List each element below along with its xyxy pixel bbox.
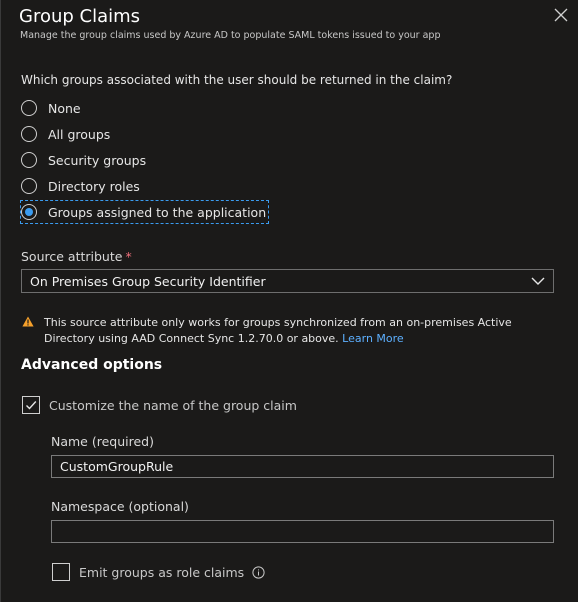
- radio-all-groups[interactable]: All groups: [21, 123, 110, 145]
- radio-label: Security groups: [48, 152, 147, 168]
- customize-name-label: Customize the name of the group claim: [49, 397, 297, 413]
- radio-label: All groups: [48, 126, 111, 142]
- groups-question: Which groups associated with the user sh…: [21, 73, 453, 87]
- customize-name-checkbox-row[interactable]: Customize the name of the group claim: [22, 396, 297, 414]
- warning-message: This source attribute only works for gro…: [44, 315, 559, 346]
- radio-circle-selected[interactable]: [21, 204, 37, 220]
- name-input[interactable]: [51, 455, 554, 478]
- warning-icon: [22, 316, 34, 327]
- checkmark-icon: [26, 401, 37, 410]
- dropdown-value: On Premises Group Security Identifier: [30, 274, 266, 289]
- radio-circle[interactable]: [21, 126, 37, 142]
- learn-more-link[interactable]: Learn More: [342, 332, 404, 345]
- radio-circle[interactable]: [21, 100, 37, 116]
- radio-label: None: [48, 100, 81, 116]
- close-icon: [554, 8, 568, 22]
- namespace-field-label: Namespace (optional): [51, 499, 189, 514]
- source-attribute-label-text: Source attribute: [21, 249, 123, 264]
- source-attribute-label: Source attribute *: [21, 249, 132, 264]
- close-button[interactable]: [554, 8, 568, 22]
- radio-security-groups[interactable]: Security groups: [21, 149, 146, 171]
- source-attribute-dropdown[interactable]: On Premises Group Security Identifier: [21, 269, 554, 293]
- emit-role-claims-checkbox[interactable]: [52, 563, 70, 581]
- radio-label: Groups assigned to the application: [48, 204, 267, 220]
- panel-subtitle: Manage the group claims used by Azure AD…: [20, 30, 441, 41]
- advanced-options-heading: Advanced options: [21, 357, 163, 373]
- customize-name-checkbox[interactable]: [22, 396, 40, 414]
- emit-role-claims-checkbox-row[interactable]: Emit groups as role claims: [52, 563, 265, 581]
- name-field-label: Name (required): [51, 434, 154, 449]
- radio-directory-roles[interactable]: Directory roles: [21, 175, 140, 197]
- group-claims-panel: Group Claims Manage the group claims use…: [0, 0, 578, 602]
- emit-role-claims-label: Emit groups as role claims: [79, 564, 245, 580]
- radio-groups-assigned[interactable]: Groups assigned to the application: [19, 200, 270, 224]
- required-marker: *: [125, 249, 132, 264]
- namespace-input[interactable]: [51, 520, 554, 543]
- radio-circle[interactable]: [21, 178, 37, 194]
- info-icon[interactable]: [252, 565, 265, 579]
- radio-label: Directory roles: [48, 178, 140, 194]
- panel-title: Group Claims: [19, 6, 141, 27]
- chevron-down-icon: [531, 277, 545, 285]
- radio-circle[interactable]: [21, 152, 37, 168]
- warning-text: This source attribute only works for gro…: [44, 316, 512, 345]
- radio-none[interactable]: None: [21, 97, 81, 119]
